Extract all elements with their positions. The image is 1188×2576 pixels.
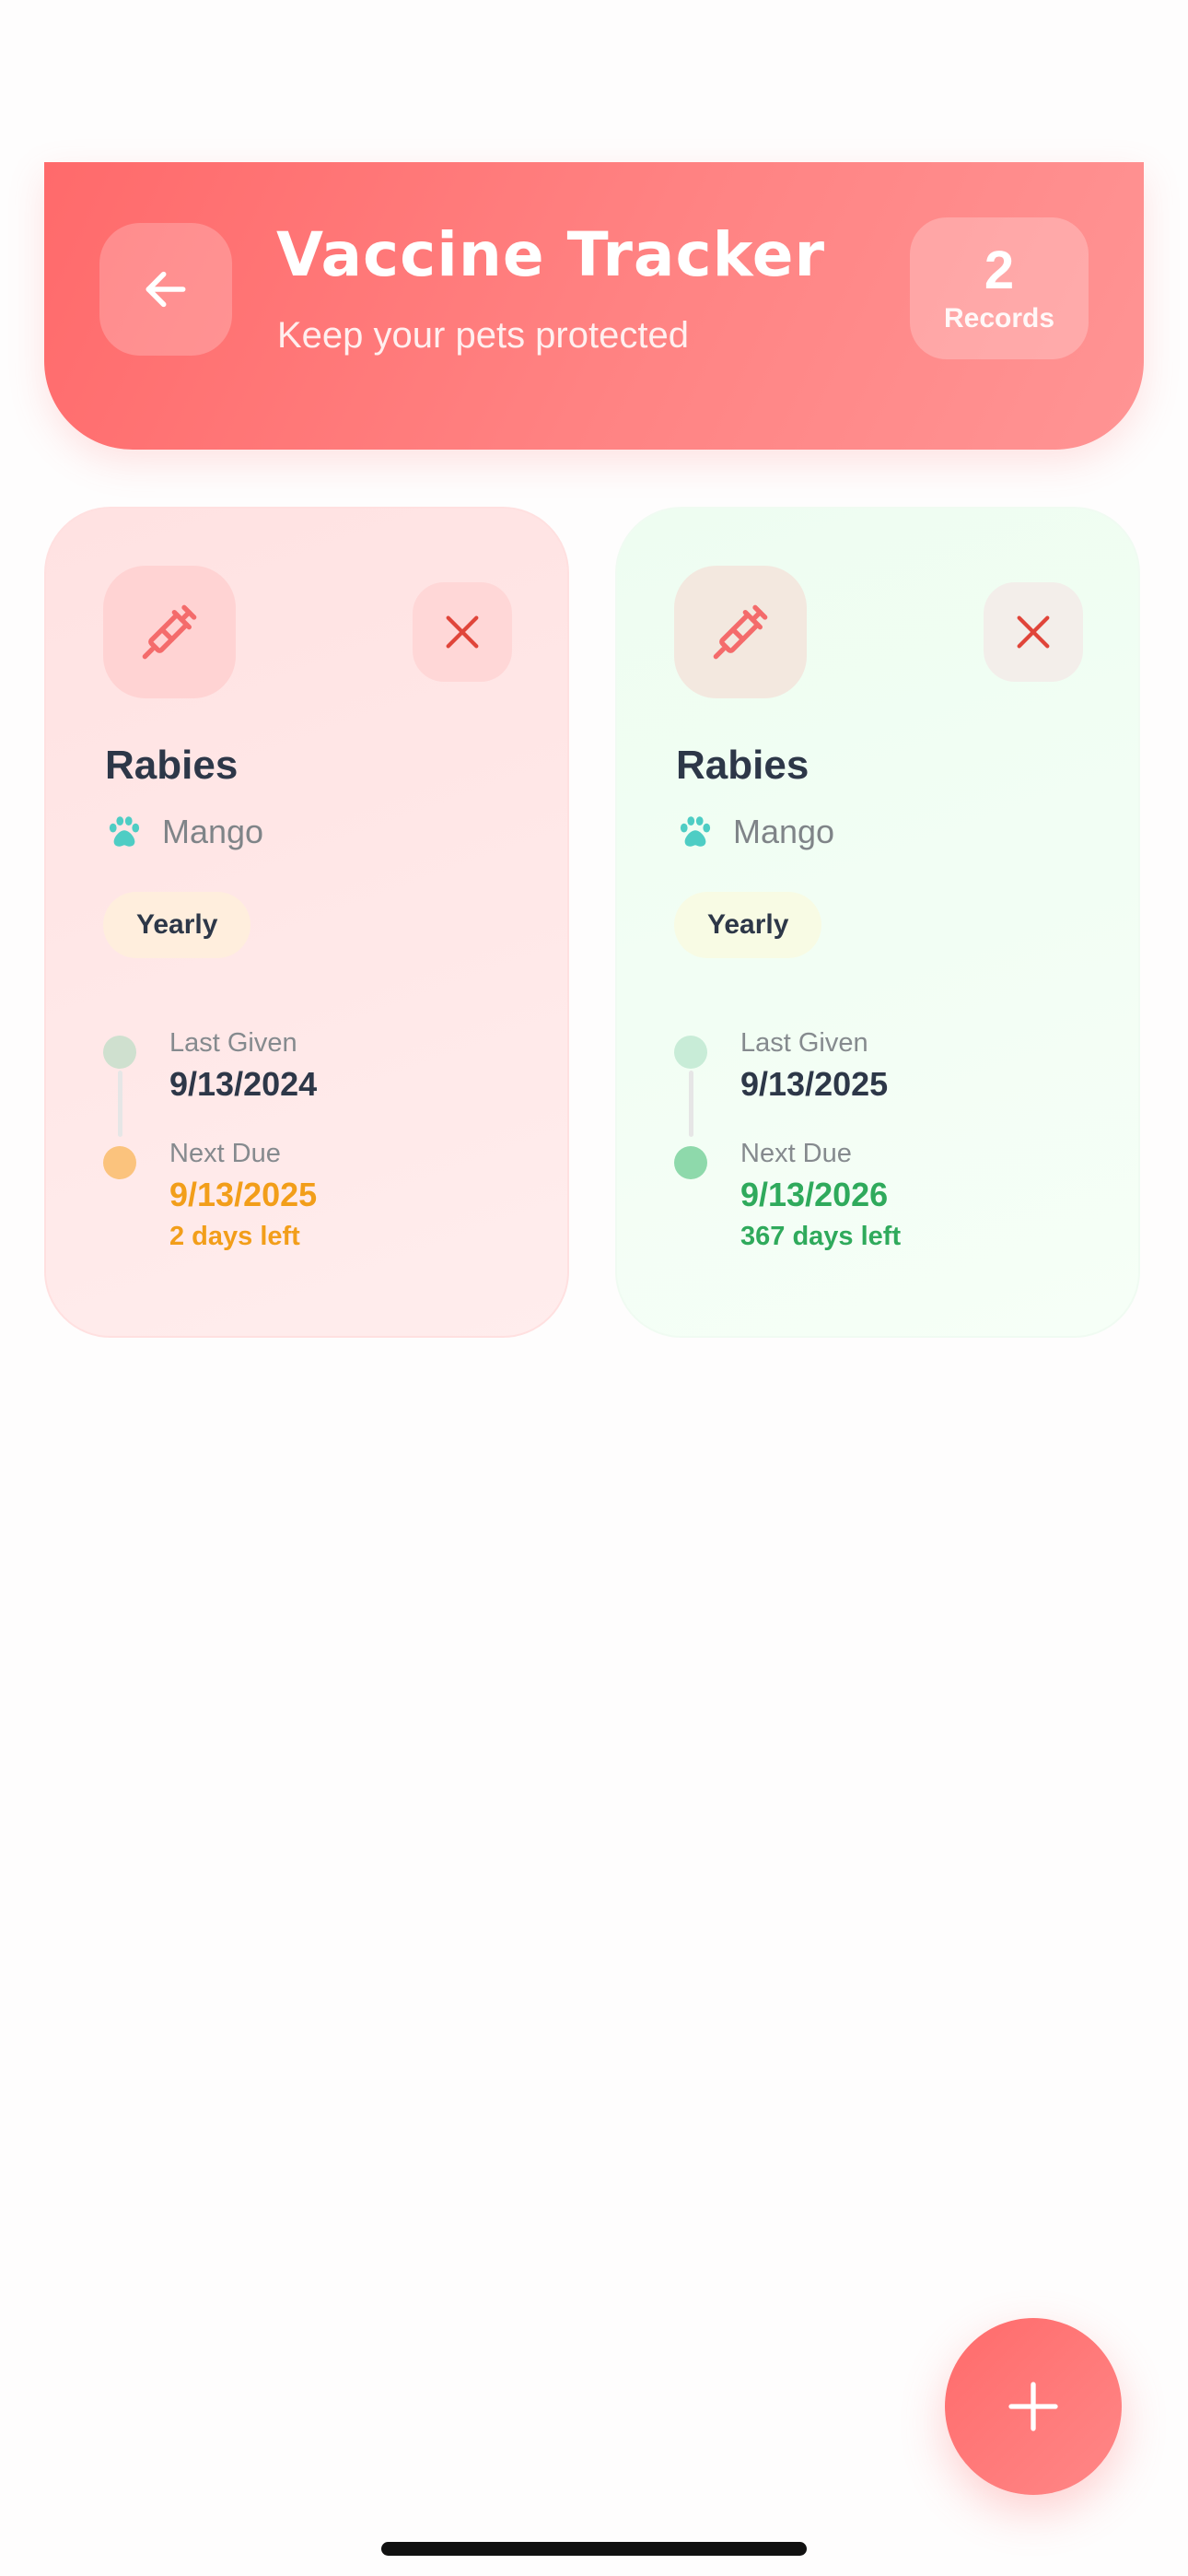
next-due-label: Next Due (169, 1139, 281, 1168)
close-icon (446, 615, 479, 649)
vaccine-timeline: Last Given 9/13/2024 Next Due 9/13/2025 … (103, 1028, 527, 1268)
plus-icon (1008, 2382, 1058, 2431)
delete-button[interactable] (984, 582, 1083, 682)
home-indicator[interactable] (381, 2542, 807, 2556)
vaccine-name: Rabies (105, 743, 239, 788)
page-subtitle: Keep your pets protected (277, 315, 689, 356)
records-count: 2 (984, 240, 1015, 300)
paw-icon (680, 816, 711, 847)
last-given-label: Last Given (740, 1028, 868, 1058)
vaccine-icon-box (103, 566, 236, 698)
vaccine-card[interactable]: Rabies Mango Yearly Last Given 9/13/2024… (44, 507, 569, 1338)
last-given-dot (674, 1036, 707, 1069)
header: Vaccine Tracker Keep your pets protected… (44, 162, 1144, 450)
arrow-left-icon (146, 271, 186, 308)
pet-row: Mango (676, 813, 834, 851)
syringe-icon (142, 604, 197, 660)
vaccine-card[interactable]: Rabies Mango Yearly Last Given 9/13/2025… (615, 507, 1140, 1338)
pet-name: Mango (733, 813, 835, 850)
back-button[interactable] (99, 223, 232, 356)
delete-button[interactable] (413, 582, 512, 682)
page-title: Vaccine Tracker (276, 219, 826, 290)
add-vaccine-button[interactable] (945, 2318, 1122, 2495)
next-due-label: Next Due (740, 1139, 852, 1168)
vaccine-icon-box (674, 566, 807, 698)
last-given-dot (103, 1036, 136, 1069)
last-given-label: Last Given (169, 1028, 297, 1058)
last-given-date: 9/13/2025 (740, 1065, 889, 1103)
frequency-badge: Yearly (674, 892, 822, 958)
days-left: 2 days left (169, 1222, 300, 1251)
pet-row: Mango (105, 813, 263, 851)
vaccine-tracker-screen: Vaccine Tracker Keep your pets protected… (0, 0, 1188, 2576)
last-given-date: 9/13/2024 (169, 1065, 318, 1103)
next-due-date: 9/13/2025 (169, 1176, 318, 1213)
timeline-line (689, 1071, 693, 1137)
frequency-badge: Yearly (103, 892, 251, 958)
timeline-line (118, 1071, 122, 1137)
next-due-dot (674, 1146, 707, 1179)
vaccine-name: Rabies (676, 743, 809, 788)
close-icon (1017, 615, 1050, 649)
next-due-date: 9/13/2026 (740, 1176, 889, 1213)
syringe-icon (713, 604, 768, 660)
days-left: 367 days left (740, 1222, 902, 1251)
pet-name: Mango (162, 813, 264, 850)
next-due-dot (103, 1146, 136, 1179)
records-label: Records (943, 303, 1055, 334)
vaccine-timeline: Last Given 9/13/2025 Next Due 9/13/2026 … (674, 1028, 1098, 1268)
records-count-badge: 2 Records (910, 217, 1089, 359)
paw-icon (109, 816, 140, 847)
